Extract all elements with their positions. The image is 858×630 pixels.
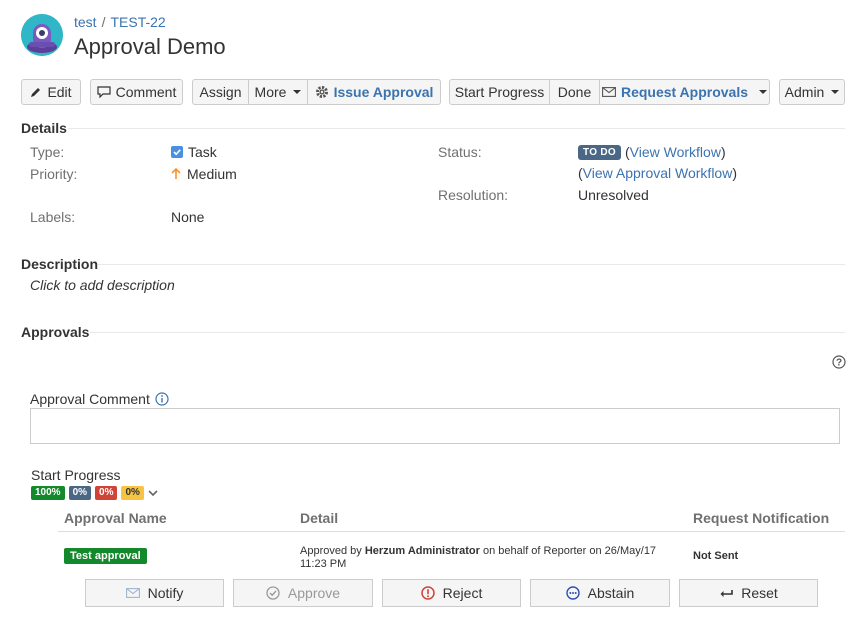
edit-button[interactable]: Edit bbox=[21, 79, 81, 105]
abstained-percent-badge: 0% bbox=[121, 486, 144, 500]
abstain-button-label: Abstain bbox=[587, 585, 635, 601]
issue-actions-group: Assign More Issue Approval bbox=[192, 79, 441, 105]
comment-button-label: Comment bbox=[115, 84, 177, 100]
approval-comment-label: Approval Comment bbox=[30, 391, 150, 407]
help-icon[interactable]: ? bbox=[832, 355, 846, 372]
approvals-divider bbox=[90, 332, 845, 333]
svg-text:?: ? bbox=[836, 358, 842, 369]
request-approvals-label: Request Approvals bbox=[620, 84, 749, 100]
chevron-down-icon bbox=[293, 90, 302, 94]
reject-button-label: Reject bbox=[442, 585, 483, 601]
breadcrumb-separator: / bbox=[101, 14, 106, 30]
reset-button-label: Reset bbox=[741, 585, 778, 601]
approval-workflow-row: (View Approval Workflow) bbox=[578, 165, 738, 181]
table-header-divider bbox=[58, 531, 845, 532]
type-label: Type: bbox=[30, 144, 65, 160]
table-row: Test approval bbox=[64, 546, 147, 564]
priority-value: Medium bbox=[171, 166, 237, 182]
detail-suffix: on behalf of Reporter on 26/May/17 bbox=[479, 545, 657, 557]
detail-time: 11:23 PM bbox=[300, 558, 347, 570]
approval-progress-badges: 100% 0% 0% 0% bbox=[31, 486, 158, 500]
priority-value-text: Medium bbox=[187, 166, 237, 182]
rejected-percent-badge: 0% bbox=[95, 486, 118, 500]
details-divider bbox=[68, 128, 845, 129]
chevron-down-icon[interactable] bbox=[148, 489, 158, 497]
resolution-label: Resolution: bbox=[438, 187, 509, 203]
column-header-request-notification: Request Notification bbox=[693, 510, 830, 526]
column-header-detail: Detail bbox=[300, 510, 339, 526]
resolution-value: Unresolved bbox=[578, 187, 649, 203]
assign-button[interactable]: Assign bbox=[193, 80, 249, 104]
approval-comment-textarea[interactable] bbox=[30, 408, 840, 444]
notify-button[interactable]: Notify bbox=[85, 579, 224, 607]
gear-icon bbox=[315, 86, 328, 98]
comment-button[interactable]: Comment bbox=[90, 79, 183, 105]
description-divider bbox=[98, 264, 845, 265]
chevron-down-icon bbox=[831, 90, 840, 94]
assign-button-label: Assign bbox=[199, 84, 242, 100]
approval-comment-label-row: Approval Comment bbox=[30, 391, 169, 407]
project-avatar[interactable] bbox=[21, 14, 63, 56]
approve-button-label: Approve bbox=[287, 585, 341, 601]
more-dropdown[interactable]: More bbox=[249, 80, 308, 104]
envelope-icon bbox=[125, 588, 140, 598]
chevron-down-icon bbox=[759, 90, 768, 94]
approved-percent-badge: 100% bbox=[31, 486, 65, 500]
workflow-actions-group: Start Progress Done Request Approvals bbox=[449, 79, 770, 105]
details-heading[interactable]: Details bbox=[21, 120, 67, 136]
status-value: TO DO (View Workflow) bbox=[578, 144, 726, 160]
type-value: Task bbox=[171, 144, 217, 160]
error-circle-icon bbox=[420, 586, 435, 600]
approval-name-tag[interactable]: Test approval bbox=[64, 548, 147, 564]
breadcrumb-project-link[interactable]: test bbox=[74, 14, 97, 30]
approve-button[interactable]: Approve bbox=[233, 579, 373, 607]
status-lozenge: TO DO bbox=[578, 144, 621, 160]
reset-arrow-icon bbox=[720, 590, 734, 597]
column-header-approval-name: Approval Name bbox=[64, 510, 167, 526]
abstain-button[interactable]: Abstain bbox=[530, 579, 670, 607]
edit-button-label: Edit bbox=[47, 84, 72, 100]
info-icon[interactable] bbox=[155, 392, 169, 406]
reset-button[interactable]: Reset bbox=[679, 579, 818, 607]
view-workflow-link[interactable]: View Workflow bbox=[630, 144, 721, 160]
more-dropdown-label: More bbox=[254, 84, 287, 100]
comment-icon bbox=[97, 86, 111, 98]
pencil-icon bbox=[31, 88, 41, 97]
approvals-heading[interactable]: Approvals bbox=[21, 324, 89, 340]
envelope-icon bbox=[602, 87, 616, 97]
ellipsis-circle-icon bbox=[565, 586, 580, 600]
detail-prefix: Approved by bbox=[300, 545, 365, 557]
approval-detail-cell: Approved by Herzum Administrator on beha… bbox=[300, 545, 670, 571]
task-checkbox-icon bbox=[171, 146, 183, 158]
description-heading[interactable]: Description bbox=[21, 256, 98, 272]
detail-user: Herzum Administrator bbox=[364, 545, 480, 557]
admin-dropdown-label: Admin bbox=[784, 84, 825, 100]
description-placeholder[interactable]: Click to add description bbox=[30, 277, 175, 293]
done-button[interactable]: Done bbox=[550, 80, 600, 104]
done-label: Done bbox=[557, 84, 592, 100]
issue-title[interactable]: Approval Demo bbox=[74, 34, 226, 60]
labels-value[interactable]: None bbox=[171, 209, 204, 225]
project-avatar-icon bbox=[21, 14, 63, 56]
request-approvals-dropdown[interactable]: Request Approvals bbox=[600, 80, 769, 104]
approval-stage-name: Start Progress bbox=[31, 467, 121, 483]
notify-button-label: Notify bbox=[147, 585, 184, 601]
pending-percent-badge: 0% bbox=[68, 486, 92, 500]
admin-dropdown[interactable]: Admin bbox=[779, 79, 845, 105]
status-label: Status: bbox=[438, 144, 482, 160]
type-value-text: Task bbox=[188, 144, 217, 160]
labels-label: Labels: bbox=[30, 209, 76, 225]
issue-approval-button[interactable]: Issue Approval bbox=[308, 80, 440, 104]
priority-label: Priority: bbox=[30, 166, 78, 182]
request-notification-value: Not Sent bbox=[693, 550, 739, 562]
issue-approval-label: Issue Approval bbox=[333, 84, 434, 100]
check-circle-icon bbox=[266, 586, 280, 600]
reject-button[interactable]: Reject bbox=[382, 579, 521, 607]
breadcrumb-issue-key-link[interactable]: TEST-22 bbox=[110, 14, 165, 30]
start-progress-label: Start Progress bbox=[454, 84, 545, 100]
start-progress-button[interactable]: Start Progress bbox=[450, 80, 550, 104]
view-approval-workflow-link[interactable]: View Approval Workflow bbox=[583, 165, 733, 181]
breadcrumb: test / TEST-22 bbox=[74, 14, 166, 30]
arrow-up-icon bbox=[171, 168, 181, 179]
